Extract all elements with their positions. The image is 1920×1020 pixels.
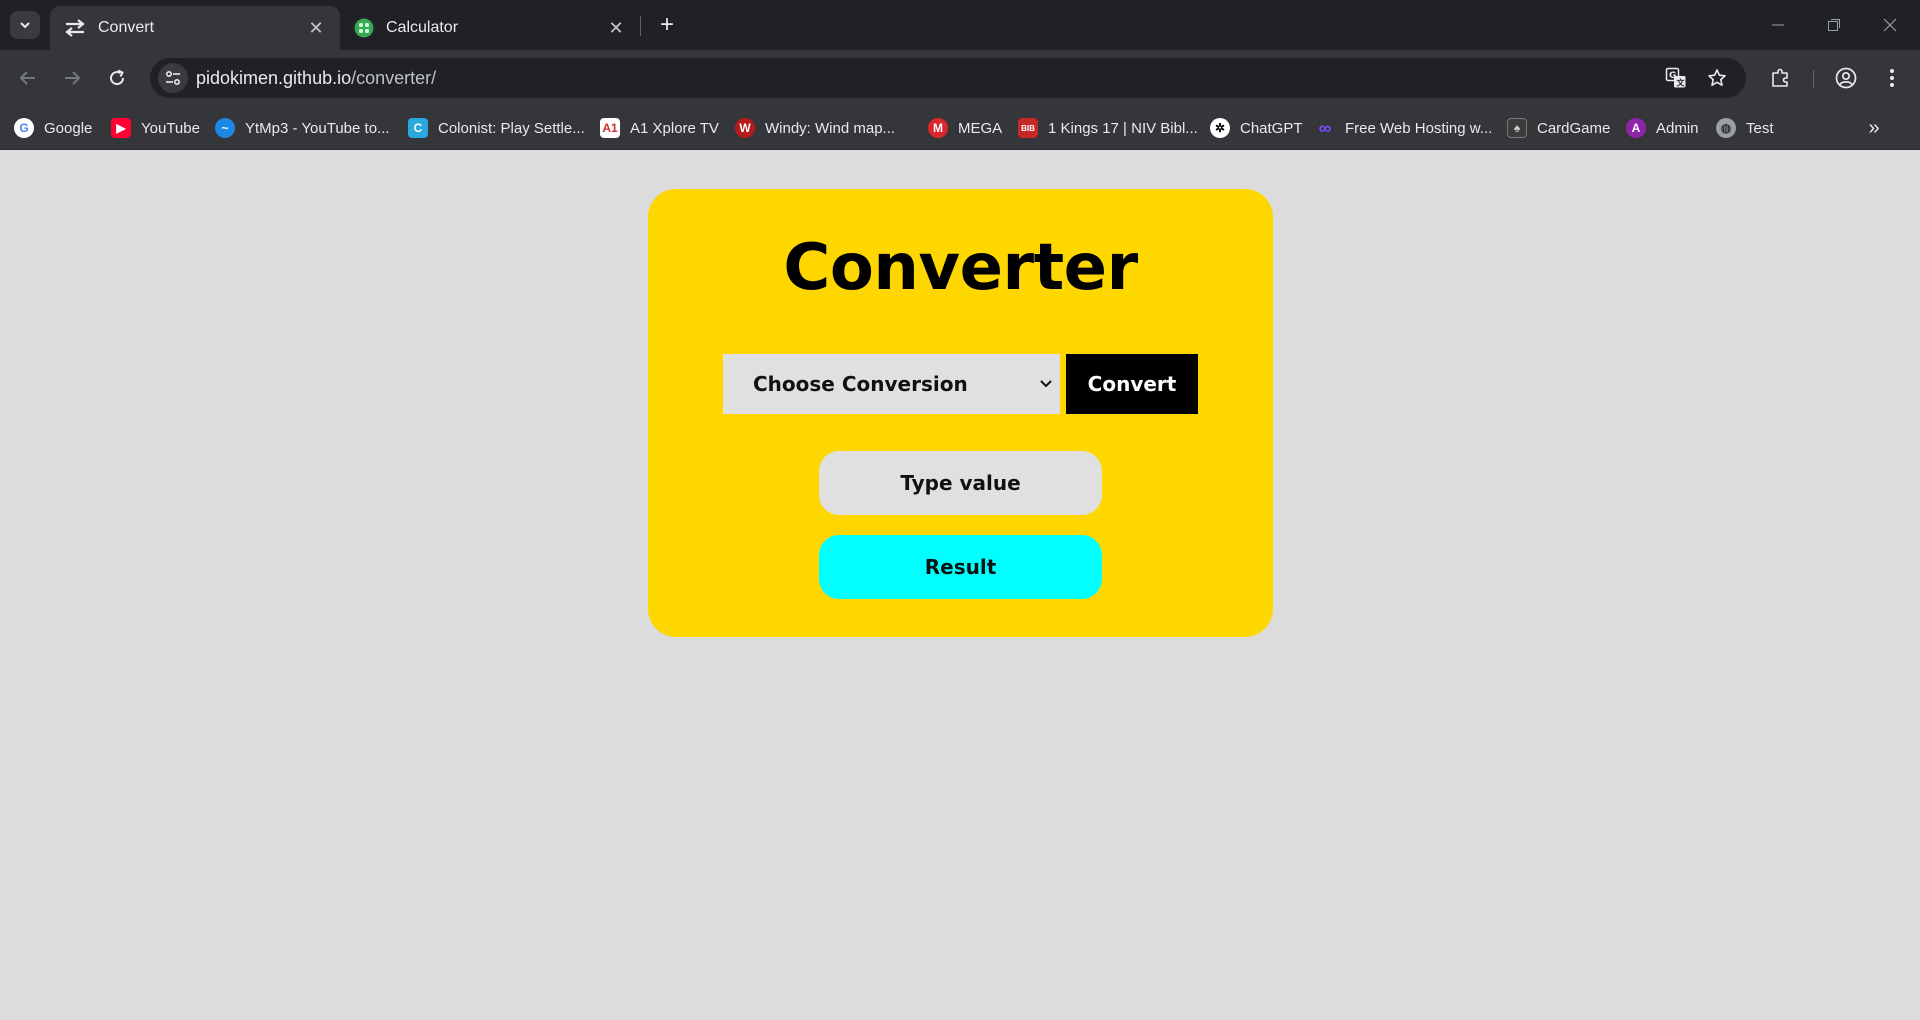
url-path: /converter/	[351, 68, 437, 88]
url-text: pidokimen.github.io/converter/	[196, 68, 436, 89]
tab-strip: Convert ✕ Calculator ✕ +	[0, 0, 1920, 50]
calculator-favicon-icon	[354, 18, 374, 38]
kebab-menu-icon	[1890, 69, 1894, 87]
star-icon	[1708, 69, 1726, 86]
puzzle-icon	[1772, 68, 1788, 87]
bookmark-google[interactable]: G Google	[14, 115, 92, 141]
ytmp3-icon: ~	[215, 118, 235, 138]
toolbar-divider	[1813, 70, 1814, 88]
value-input[interactable]	[819, 451, 1102, 515]
bookmark-bible[interactable]: BIB 1 Kings 17 | NIV Bibl...	[1018, 115, 1198, 141]
tune-icon	[165, 70, 181, 86]
windy-icon: W	[735, 118, 755, 138]
minimize-button[interactable]	[1750, 0, 1806, 50]
restore-icon	[1828, 19, 1840, 31]
infinity-icon: ∞	[1318, 117, 1332, 138]
bookmark-test[interactable]: ◍ Test	[1716, 115, 1774, 141]
address-bar[interactable]: pidokimen.github.io/converter/ G 文	[150, 58, 1746, 98]
bookmark-label: A1 Xplore TV	[630, 119, 719, 137]
close-tab-icon[interactable]: ✕	[306, 18, 326, 38]
bookmark-label: ChatGPT	[1240, 119, 1303, 137]
translate-button[interactable]: G 文	[1661, 63, 1691, 93]
bookmark-star-button[interactable]	[1702, 63, 1732, 93]
tab-convert[interactable]: Convert ✕	[50, 6, 340, 50]
bookmark-label: Windy: Wind map...	[765, 119, 896, 137]
arrow-left-icon	[19, 71, 35, 85]
extensions-button[interactable]	[1765, 62, 1797, 94]
bookmark-label: Test	[1746, 119, 1774, 137]
convert-button[interactable]: Convert	[1066, 354, 1198, 414]
result-display: Result	[819, 535, 1102, 599]
bookmark-label: Colonist: Play Settle...	[438, 119, 585, 137]
bookmark-label: CardGame	[1537, 119, 1611, 137]
reload-icon	[110, 69, 125, 86]
minimize-icon	[1772, 24, 1784, 26]
bookmark-chatgpt[interactable]: ✲ ChatGPT	[1210, 115, 1303, 141]
bible-icon: BIB	[1018, 118, 1038, 138]
colonist-icon: C	[408, 118, 428, 138]
converter-card: Converter Choose Conversion Convert Resu…	[648, 189, 1273, 637]
tab-search-button[interactable]	[10, 11, 40, 39]
bookmark-mega[interactable]: M MEGA	[928, 115, 1002, 141]
tab-title: Calculator	[386, 19, 459, 36]
bookmark-label: Google	[44, 119, 93, 137]
bookmark-youtube[interactable]: ▶ YouTube	[111, 115, 200, 141]
swap-arrows-icon	[65, 19, 85, 37]
forward-button[interactable]	[56, 62, 88, 94]
tab-title: Convert	[98, 19, 155, 36]
cardgame-icon: ♠	[1507, 118, 1527, 138]
bookmark-a1-xplore[interactable]: A1 A1 Xplore TV	[600, 115, 719, 141]
chatgpt-icon: ✲	[1210, 118, 1230, 138]
site-info-button[interactable]	[158, 63, 188, 93]
close-icon	[1883, 18, 1897, 32]
globe-icon: ◍	[1716, 118, 1736, 138]
bookmark-label: Free Web Hosting w...	[1345, 119, 1493, 137]
arrow-right-icon	[65, 71, 81, 85]
reload-button[interactable]	[101, 62, 133, 94]
bookmark-label: 1 Kings 17 | NIV Bibl...	[1048, 119, 1198, 137]
bookmark-label: YtMp3 - YouTube to...	[245, 119, 390, 137]
more-bookmarks-button[interactable]: »	[1860, 116, 1888, 140]
chevron-down-icon	[1040, 380, 1052, 388]
bookmark-label: Admin	[1656, 119, 1699, 137]
chevron-down-icon	[20, 22, 30, 29]
new-tab-button[interactable]: +	[652, 11, 682, 39]
profile-button[interactable]	[1830, 62, 1862, 94]
google-icon: G	[14, 118, 34, 138]
bookmark-free-web-hosting[interactable]: ∞ Free Web Hosting w...	[1315, 115, 1493, 141]
bookmarks-bar: G Google ▶ YouTube ~ YtMp3 - YouTube to.…	[0, 106, 1920, 150]
bookmark-label: MEGA	[958, 119, 1003, 137]
back-button[interactable]	[12, 62, 44, 94]
bookmark-colonist[interactable]: C Colonist: Play Settle...	[408, 115, 585, 141]
close-window-button[interactable]	[1862, 0, 1918, 50]
bookmark-ytmp3[interactable]: ~ YtMp3 - YouTube to...	[215, 115, 390, 141]
tab-calculator[interactable]: Calculator ✕	[340, 6, 640, 50]
bookmark-windy[interactable]: W Windy: Wind map...	[735, 115, 895, 141]
url-host: pidokimen.github.io	[196, 68, 352, 88]
browser-toolbar: pidokimen.github.io/converter/ G 文	[0, 50, 1920, 106]
page-title: Converter	[783, 231, 1138, 305]
bookmark-cardgame[interactable]: ♠ CardGame	[1507, 115, 1610, 141]
menu-button[interactable]	[1876, 62, 1908, 94]
svg-text:文: 文	[1677, 78, 1686, 88]
bookmark-label: YouTube	[141, 119, 200, 137]
tab-divider	[640, 16, 641, 36]
close-tab-icon[interactable]: ✕	[606, 18, 626, 38]
mega-icon: M	[928, 118, 948, 138]
bookmark-admin[interactable]: A Admin	[1626, 115, 1699, 141]
conversion-select[interactable]: Choose Conversion	[723, 354, 1060, 414]
restore-button[interactable]	[1806, 0, 1862, 50]
translate-icon: G 文	[1665, 67, 1686, 88]
select-value: Choose Conversion	[753, 372, 968, 396]
a1-icon: A1	[600, 118, 620, 138]
youtube-icon: ▶	[111, 118, 131, 138]
admin-icon: A	[1626, 118, 1646, 138]
profile-icon	[1835, 67, 1857, 89]
